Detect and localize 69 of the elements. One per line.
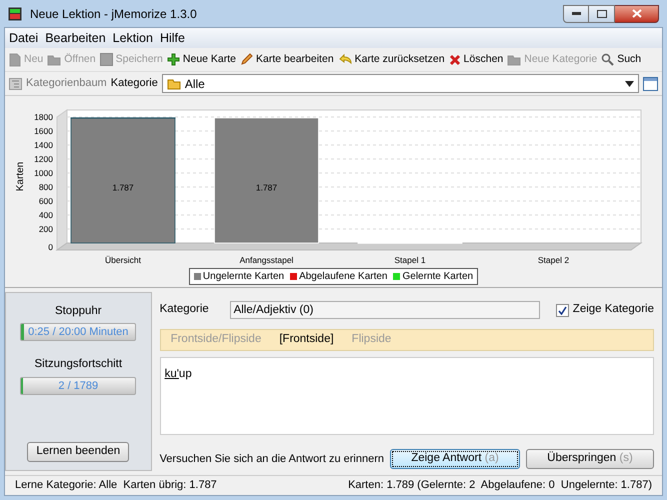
category-dropdown[interactable]: Alle [162,74,639,93]
stopwatch-label: Stoppuhr [54,304,102,319]
folder-icon [507,54,522,66]
plus-icon [166,53,180,66]
answer-button[interactable]: Zeige Antwort (a) [390,449,520,469]
side-tab[interactable]: [Frontside] [279,331,334,349]
menu-item[interactable]: Lektion [112,28,153,48]
axis-tick-label: 200 [38,224,52,234]
axis-tick-label: 0 [48,242,52,252]
answer-button[interactable]: Überspringen (s) [526,449,654,469]
maximize-icon [596,10,606,18]
close-icon [632,9,642,18]
toolbar-button[interactable]: Löschen [448,52,504,68]
axis-tick-label: 1800 [34,112,52,122]
axis-tick-label: 400 [38,210,52,220]
show-category-checkbox[interactable]: Zeige Kategorie [556,301,654,319]
axis-title: Karten [14,162,26,192]
minimize-button[interactable] [563,4,589,22]
category-label: Stapel 1 [394,255,426,265]
app-icon [8,6,22,20]
progress-text: 0:25 / 20:00 Minuten [27,325,130,340]
hint-text: Versuchen Sie sich an die Antwort zu erinnern [160,452,384,467]
toolbar-button[interactable]: Karte bearbeiten [240,52,334,68]
delete-icon [448,54,461,66]
category-label: Kategorie [110,76,158,92]
legend-label: Gelernte Karten [402,270,474,284]
pencil-icon [240,53,254,66]
toolbar-button[interactable]: Karte zurücksetzen [338,52,445,68]
category-label: Kategorie [160,302,210,318]
menu-item[interactable]: Hilfe [160,28,185,48]
undo-arrow-icon [338,53,352,66]
document-icon [9,52,21,66]
tree-icon [9,78,22,90]
axis-tick-label: 1200 [34,154,52,164]
folder-icon [166,78,181,90]
close-button[interactable] [615,4,659,22]
toolbar-button[interactable]: Such [601,52,642,68]
progress-label: Sitzungsfortschitt [34,357,122,372]
status-text: Lerne Kategorie: Alle Karten übrig: 1.787 [15,478,217,494]
card-content: ku'up [160,357,654,435]
minimize-icon [572,12,580,15]
folder-icon [47,54,62,66]
category-label: Übersicht [104,255,140,265]
axis-tick-label: 1400 [34,140,52,150]
category-field: Alle/Adjektiv (0) [230,301,540,319]
category-label: Anfangsstapel [239,255,293,265]
status-text: Karten: 1.789 (Gelernte: 2 Abgelaufene: 0 Ungelernte: 1.787) [348,478,652,494]
axis-tick-label: 600 [38,196,52,206]
legend-label: Ungelernte Karten [202,270,284,284]
legend-label: Abgelaufene Karten [299,270,388,284]
axis-tick-label: 1600 [34,126,52,136]
end-learning-button[interactable]: Lernen beenden [27,442,130,462]
checkmark-icon [558,306,567,314]
progress-text: 2 / 1789 [57,378,100,394]
value-label: 1.787 [255,182,277,192]
toolbar-button[interactable]: Neue Karte [166,52,236,68]
window-title: Neue Lektion - jMemorize 1.3.0 [30,6,197,22]
category-label: Stapel 2 [537,255,569,265]
menu-item[interactable]: Bearbeiten [45,28,106,48]
window-icon[interactable] [643,76,658,90]
axis-tick-label: 1000 [34,168,52,178]
axis-tick-label: 800 [38,182,52,192]
category-tree-button[interactable]: Kategorienbaum [9,75,107,92]
search-icon [601,53,614,66]
maximize-button[interactable] [589,4,615,22]
menu-item[interactable]: Datei [9,28,38,48]
caret-icon [625,80,634,86]
checkbox[interactable] [556,304,569,316]
value-label: 1.787 [112,182,134,192]
